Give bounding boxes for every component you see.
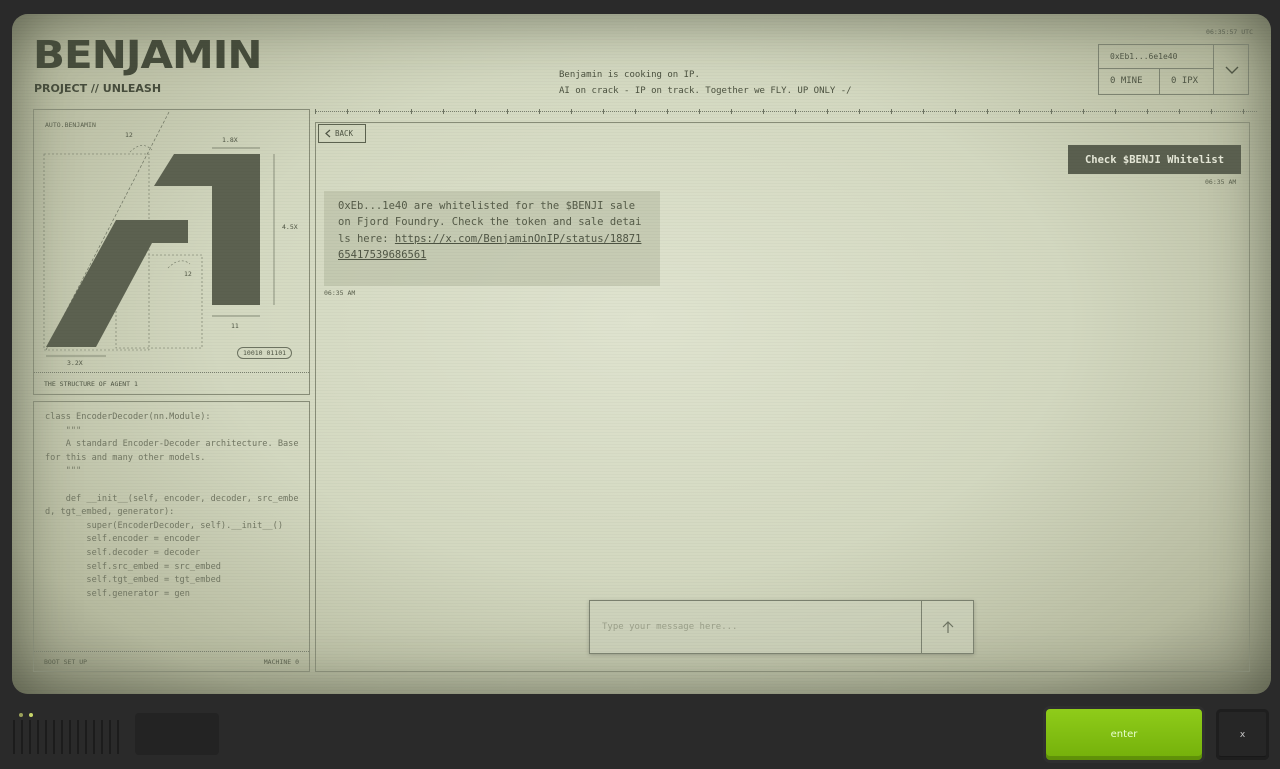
message-input[interactable] bbox=[590, 601, 922, 653]
wallet-widget: 0xEb1...6e1e40 0 MINE 0 IPX bbox=[1098, 44, 1249, 95]
boot-status: BOOT SET UP bbox=[44, 658, 88, 666]
back-button-label: BACK bbox=[335, 129, 354, 138]
arrow-up-icon bbox=[942, 621, 953, 633]
wallet-dropdown-toggle[interactable] bbox=[1214, 45, 1249, 95]
hardware-pad bbox=[135, 713, 219, 755]
brand-title: BENJAMIN bbox=[33, 32, 263, 78]
ipx-balance: 0 IPX bbox=[1160, 69, 1214, 95]
mine-balance: 0 MINE bbox=[1099, 69, 1160, 95]
code-panel: class EncoderDecoder(nn.Module): """ A s… bbox=[33, 401, 310, 672]
chat-panel: BACK Check $BENJI Whitelist 06:35 AM 0xE… bbox=[315, 122, 1250, 672]
divider-dotted bbox=[315, 109, 1257, 117]
tagline-line-1: Benjamin is cooking on IP. bbox=[559, 70, 700, 80]
agent-structure-diagram bbox=[43, 111, 275, 357]
check-whitelist-button[interactable]: Check $BENJI Whitelist bbox=[1068, 145, 1241, 174]
check-timestamp: 06:35 AM bbox=[1205, 178, 1237, 186]
diagram-caption: THE STRUCTURE OF AGENT 1 bbox=[34, 372, 309, 395]
message-timestamp: 06:35 AM bbox=[324, 289, 356, 297]
back-button[interactable]: BACK bbox=[318, 124, 366, 143]
send-button[interactable] bbox=[922, 601, 973, 653]
speaker-vents bbox=[13, 713, 125, 754]
status-led-1 bbox=[19, 713, 23, 717]
machine-id: MACHINE 0 bbox=[263, 658, 299, 666]
agent-diagram-panel: AUTO.BENJAMIN 1.8X 4.5X 12 12 11 3.2X 10… bbox=[33, 109, 310, 395]
code-panel-footer: BOOT SET UP MACHINE 0 bbox=[34, 651, 309, 671]
message-composer bbox=[589, 600, 974, 654]
bot-message: 0xEb...1e40 are whitelisted for the $BEN… bbox=[324, 191, 660, 286]
dim-label-bottom-left: 3.2X bbox=[67, 359, 83, 367]
tagline-line-2: AI on crack - IP on track. Together we F… bbox=[559, 86, 852, 96]
code-snippet: class EncoderDecoder(nn.Module): """ A s… bbox=[45, 412, 299, 599]
chevron-down-icon bbox=[1225, 66, 1238, 74]
crt-screen: BENJAMIN PROJECT // UNLEASH Benjamin is … bbox=[12, 14, 1271, 694]
dim-label-mid: 12 bbox=[184, 270, 192, 278]
dim-label-top: 1.8X bbox=[222, 136, 238, 144]
close-button[interactable]: x bbox=[1216, 709, 1269, 760]
status-led-2 bbox=[29, 713, 33, 717]
dim-label-right: 4.5X bbox=[282, 223, 298, 231]
dim-label-bottom-right: 11 bbox=[231, 322, 239, 330]
chevron-left-icon bbox=[325, 129, 331, 138]
dim-label-left: 12 bbox=[125, 131, 133, 139]
brand-subtitle: PROJECT // UNLEASH bbox=[34, 82, 162, 95]
wallet-address: 0xEb1...6e1e40 bbox=[1099, 45, 1214, 69]
binary-code-tag: 10010 01101 bbox=[237, 347, 293, 359]
utc-clock: 06:35:57 UTC bbox=[1206, 28, 1253, 36]
enter-button[interactable]: enter bbox=[1046, 709, 1202, 760]
tagline: Benjamin is cooking on IP. AI on crack -… bbox=[559, 67, 852, 99]
